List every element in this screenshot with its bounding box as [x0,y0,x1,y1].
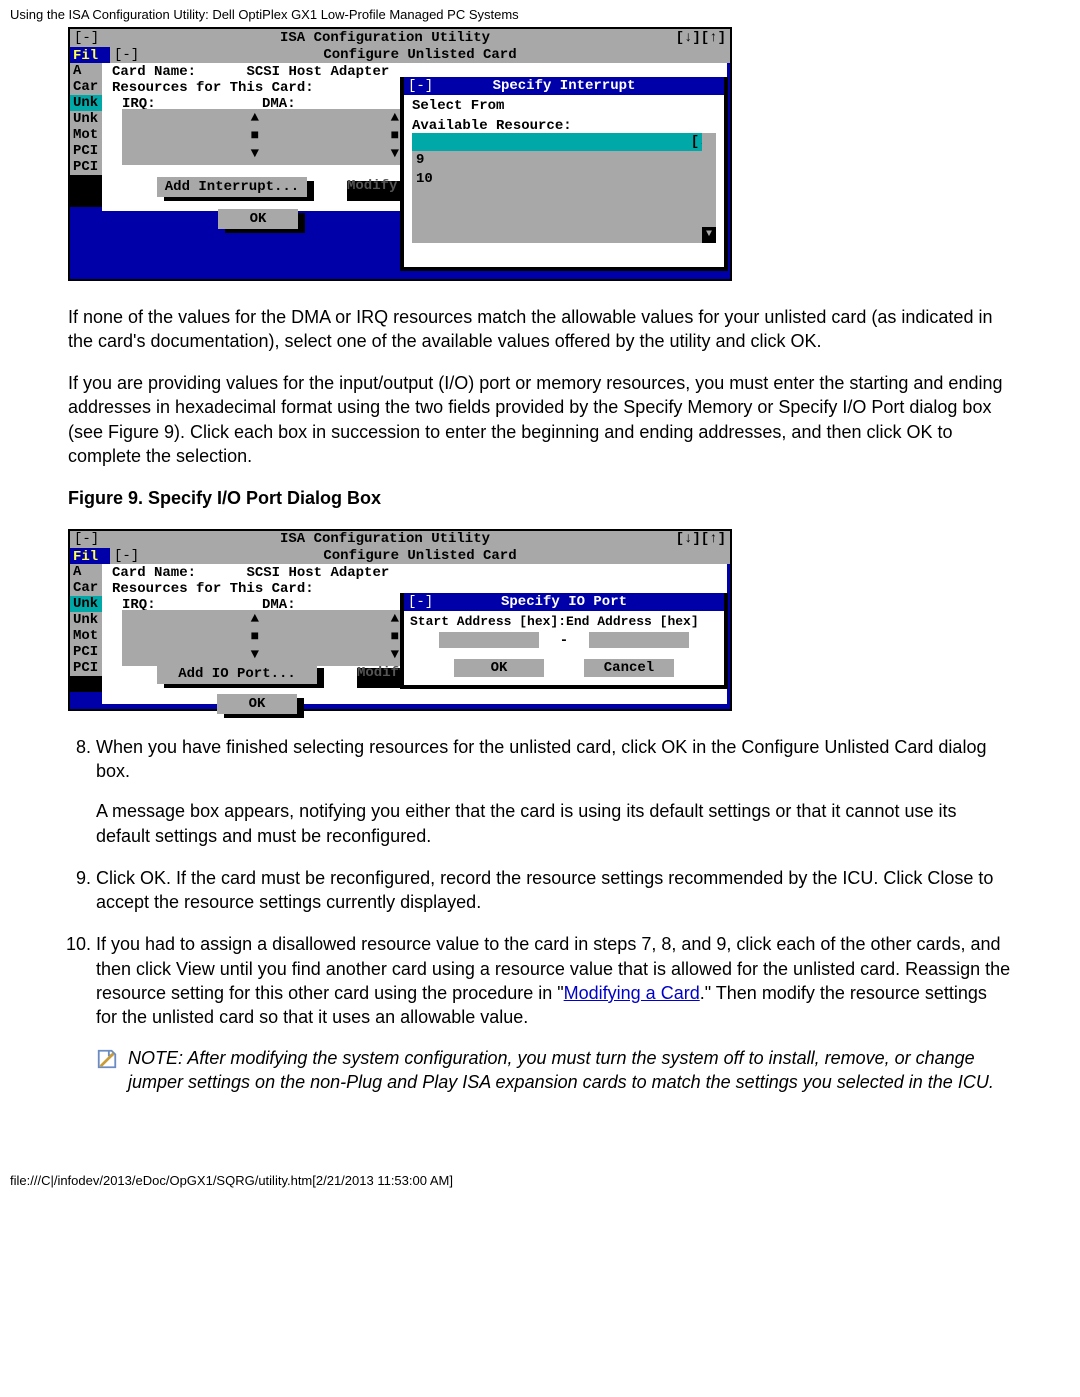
start-address-label: Start Address [hex]: [410,614,566,629]
side-item: A [70,564,102,580]
figure9-wrap: [-] ISA Configuration Utility [↓][↑] Fil… [68,529,1012,711]
card-titlebar: [-] Configure Unlisted Card [110,548,730,564]
end-address-label: End Address [hex] [566,614,699,629]
side-item: A [70,63,102,79]
menu-file[interactable]: Fil [70,548,113,564]
dialog-titlebar-left: [-] [408,593,433,611]
dialog-select-label: Select From [404,95,724,116]
add-interrupt-button[interactable]: Add Interrupt... [157,177,307,197]
instruction-list: When you have finished selecting resourc… [68,735,1012,1095]
titlebar-right: [↓][↑] [656,531,730,548]
end-address-input[interactable] [589,632,689,648]
card-titlebar-left: [-] [114,47,139,63]
side-item: Unk [70,111,102,127]
note-icon [96,1048,118,1070]
side-item: Car [70,79,102,95]
body-paragraph: If you are providing values for the inpu… [68,371,1012,468]
titlebar-left: [-] [70,531,114,548]
page-footer: file:///C|/infodev/2013/eDoc/OpGX1/SQRG/… [0,1152,1080,1198]
dialog-title: Specify Interrupt [493,78,636,94]
ok-button[interactable]: OK [217,694,297,714]
specify-interrupt-dialog: [-] Specify Interrupt Select From Availa… [400,77,728,271]
address-labels: Start Address [hex]:End Address [hex] [404,611,724,631]
dash: - [559,632,569,651]
start-address-input[interactable] [439,632,539,648]
irq-spinbox[interactable]: ▲■▼ [122,610,262,666]
step-text: If you had to assign a disallowed resour… [96,932,1012,1029]
add-io-port-button[interactable]: Add IO Port... [157,664,317,684]
available-resource-listbox[interactable]: [↓] 9▲ 10■ ▼ [412,133,716,243]
side-item: Mot [70,127,102,143]
step-10: If you had to assign a disallowed resour… [96,932,1012,1094]
card-titlebar-title: Configure Unlisted Card [323,47,516,63]
irq-spinbox[interactable]: ▲■▼ [122,109,262,165]
dialog-ok-button[interactable]: OK [454,659,544,677]
side-item: Mot [70,628,102,644]
titlebar-right: [↓][↑] [656,29,730,47]
dialog-titlebar: [-] Specify Interrupt [404,77,724,95]
titlebar: [-] ISA Configuration Utility [↓][↑] [70,531,730,548]
card-titlebar-left: [-] [114,548,139,564]
ok-button[interactable]: OK [218,209,298,229]
step-9: Click OK. If the card must be reconfigur… [96,866,1012,915]
side-shadow [70,191,102,207]
card-name-label: Card Name: [112,64,196,80]
side-column: A Car Unk Unk Mot PCI PCI [70,63,102,207]
titlebar-title: ISA Configuration Utility [114,29,656,47]
dialog-titlebar: [-] Specify IO Port [404,593,724,611]
modifying-a-card-link[interactable]: Modifying a Card [564,983,700,1003]
titlebar: [-] ISA Configuration Utility [↓][↑] [70,29,730,47]
dialog-cancel-button[interactable]: Cancel [584,659,674,677]
dma-spinbox[interactable]: ▲■▼ [262,109,402,165]
list-item[interactable]: 9▲ [412,151,716,170]
card-titlebar-title: Configure Unlisted Card [323,548,516,564]
titlebar-left: [-] [70,29,114,47]
dma-spinbox[interactable]: ▲■▼ [262,610,402,666]
note-text: NOTE: After modifying the system configu… [128,1046,1012,1095]
menu-file[interactable]: Fil [70,47,113,63]
figure9: [-] ISA Configuration Utility [↓][↑] Fil… [68,529,732,711]
side-item: PCI [70,143,102,159]
card-name-value: SCSI Host Adapter [246,64,389,80]
dialog-titlebar-left: [-] [408,77,433,95]
page-header: Using the ISA Configuration Utility: Del… [0,0,1080,27]
card-name-value: SCSI Host Adapter [246,565,389,581]
list-item-selected[interactable]: [↓] [412,133,716,152]
step-8: When you have finished selecting resourc… [96,735,1012,848]
step-text: A message box appears, notifying you eit… [96,799,1012,848]
body-paragraph: If none of the values for the DMA or IRQ… [68,305,1012,354]
list-item[interactable]: 10■ [412,170,716,189]
side-item: PCI [70,660,102,676]
side-shadow [70,175,102,191]
side-column: A Car Unk Unk Mot PCI PCI [70,564,102,692]
side-shadow [70,676,102,692]
note-row: NOTE: After modifying the system configu… [96,1046,1012,1095]
step-text: Click OK. If the card must be reconfigur… [96,866,1012,915]
listbox-scrollbar[interactable]: ▼ [702,133,716,243]
titlebar-title: ISA Configuration Utility [114,531,656,548]
side-item: Car [70,580,102,596]
address-inputs: - [404,630,724,653]
card-titlebar: [-] Configure Unlisted Card [110,47,730,63]
dialog-buttons: OK Cancel [404,653,724,677]
specify-io-port-dialog: [-] Specify IO Port Start Address [hex]:… [400,593,728,689]
side-item: Unk [70,612,102,628]
dialog-title: Specify IO Port [501,594,627,610]
main-content: [-] ISA Configuration Utility [↓][↑] Fil… [0,27,1080,1153]
step-text: When you have finished selecting resourc… [96,735,1012,784]
figure8: [-] ISA Configuration Utility [↓][↑] Fil… [68,27,732,281]
side-item-selected[interactable]: Unk [70,596,102,612]
card-name-label: Card Name: [112,565,196,581]
figure8-wrap: [-] ISA Configuration Utility [↓][↑] Fil… [68,27,1012,281]
side-item-selected[interactable]: Unk [70,95,102,111]
figure9-caption: Figure 9. Specify I/O Port Dialog Box [68,486,1012,510]
side-item: PCI [70,644,102,660]
side-item: PCI [70,159,102,175]
